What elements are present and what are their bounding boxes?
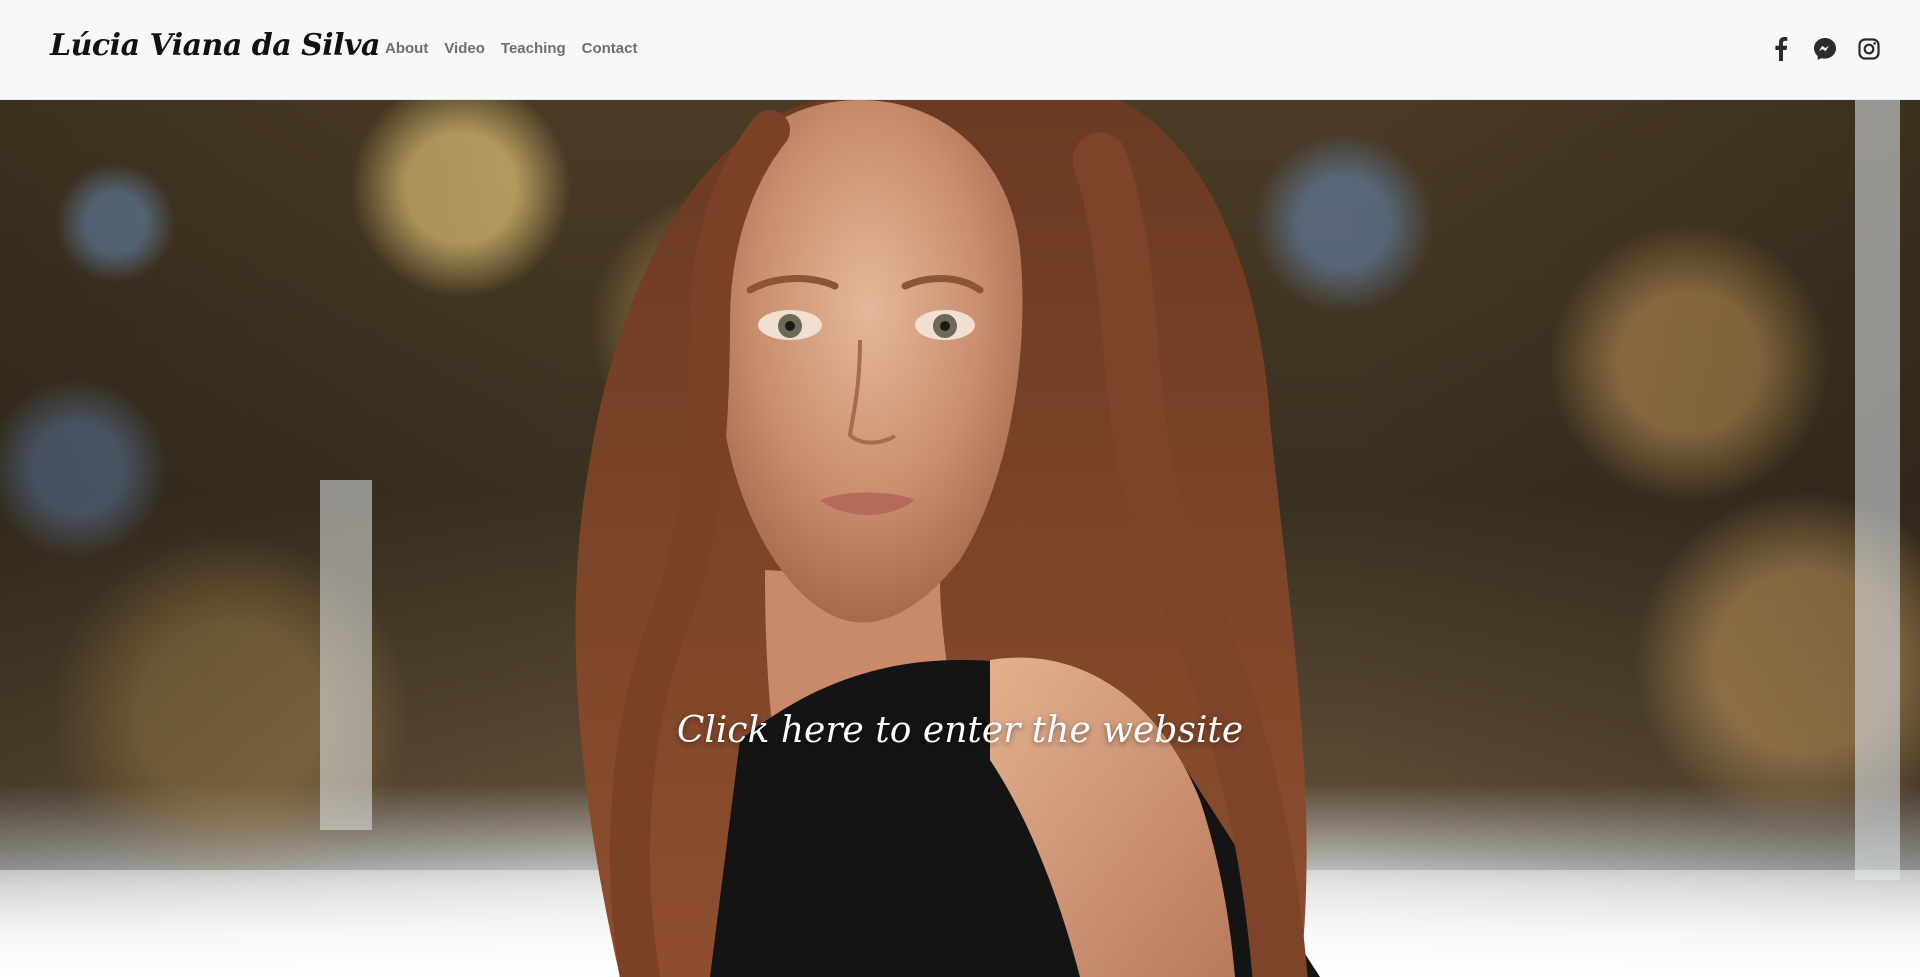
background-post	[1855, 100, 1900, 880]
social-links	[1768, 36, 1882, 62]
background-post	[320, 480, 372, 830]
messenger-icon[interactable]	[1812, 36, 1838, 62]
instagram-icon[interactable]	[1856, 36, 1882, 62]
main-nav: About Video Teaching Contact	[385, 40, 637, 57]
site-brand-link[interactable]: Lúcia Viana da Silva	[50, 28, 380, 63]
nav-link-about[interactable]: About	[385, 40, 428, 57]
nav-link-contact[interactable]: Contact	[582, 40, 638, 57]
portrait-photo	[575, 100, 1320, 977]
enter-website-link[interactable]: Click here to enter the website	[0, 710, 1920, 751]
nav-link-teaching[interactable]: Teaching	[501, 40, 566, 57]
top-navbar: Lúcia Viana da Silva About Video Teachin…	[0, 0, 1920, 100]
nav-link-video[interactable]: Video	[444, 40, 485, 57]
facebook-icon[interactable]	[1768, 36, 1794, 62]
hero-section[interactable]: Click here to enter the website	[0, 100, 1920, 977]
